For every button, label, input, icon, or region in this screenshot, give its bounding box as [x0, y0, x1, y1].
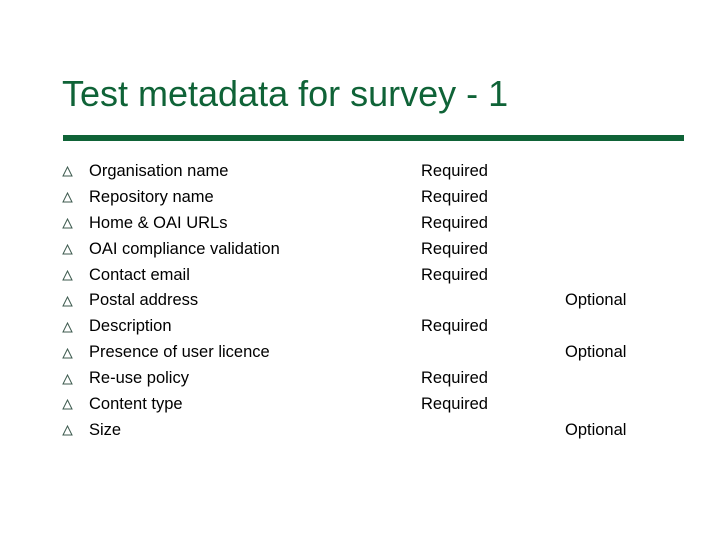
item-label: Size — [89, 420, 122, 439]
required-status: Required — [421, 395, 488, 414]
list-item: Postal address Optional — [0, 288, 720, 314]
list-item: Size Optional — [0, 418, 720, 444]
list-item: Description Required — [0, 314, 720, 340]
list-item: Content type Required — [0, 392, 720, 418]
required-status: Required — [421, 265, 488, 284]
triangle-bullet-icon — [61, 237, 73, 263]
item-label: Organisation name — [89, 162, 229, 180]
metadata-list: Organisation name Required Repository na… — [0, 159, 720, 444]
triangle-bullet-icon — [61, 263, 73, 289]
optional-status: Optional — [565, 420, 627, 439]
required-status: Required — [421, 239, 488, 258]
list-item: Contact email Required — [0, 263, 720, 289]
required-status: Required — [421, 317, 488, 336]
list-item: Re-use policy Required — [0, 366, 720, 392]
triangle-bullet-icon — [61, 340, 73, 366]
triangle-bullet-icon — [61, 185, 73, 211]
triangle-bullet-icon — [61, 366, 73, 392]
list-item: Home & OAI URLs Required — [0, 211, 720, 237]
triangle-bullet-icon — [61, 314, 73, 340]
triangle-bullet-icon — [61, 288, 73, 314]
item-label: OAI compliance validation — [89, 239, 280, 258]
triangle-bullet-icon — [61, 418, 73, 444]
item-label: Home & OAI URLs — [89, 213, 228, 232]
list-item: Organisation name Required — [0, 159, 720, 185]
item-label: Content type — [89, 395, 183, 414]
triangle-bullet-icon — [61, 159, 73, 185]
slide-title: Test metadata for survey - 1 — [62, 73, 509, 114]
required-status: Required — [421, 162, 488, 180]
item-label: Re-use policy — [89, 369, 189, 388]
triangle-bullet-icon — [61, 392, 73, 418]
required-status: Required — [421, 369, 488, 388]
required-status: Required — [421, 213, 488, 232]
item-label: Postal address — [89, 291, 199, 310]
triangle-bullet-icon — [61, 211, 73, 237]
item-label: Presence of user licence — [89, 343, 270, 362]
title-divider — [63, 135, 684, 141]
item-label: Repository name — [89, 187, 214, 206]
list-item: Repository name Required — [0, 185, 720, 211]
list-item: Presence of user licence Optional — [0, 340, 720, 366]
required-status: Required — [421, 187, 488, 206]
optional-status: Optional — [565, 291, 627, 310]
list-item: OAI compliance validation Required — [0, 237, 720, 263]
item-label: Contact email — [89, 265, 190, 284]
item-label: Description — [89, 317, 172, 336]
optional-status: Optional — [565, 343, 627, 362]
